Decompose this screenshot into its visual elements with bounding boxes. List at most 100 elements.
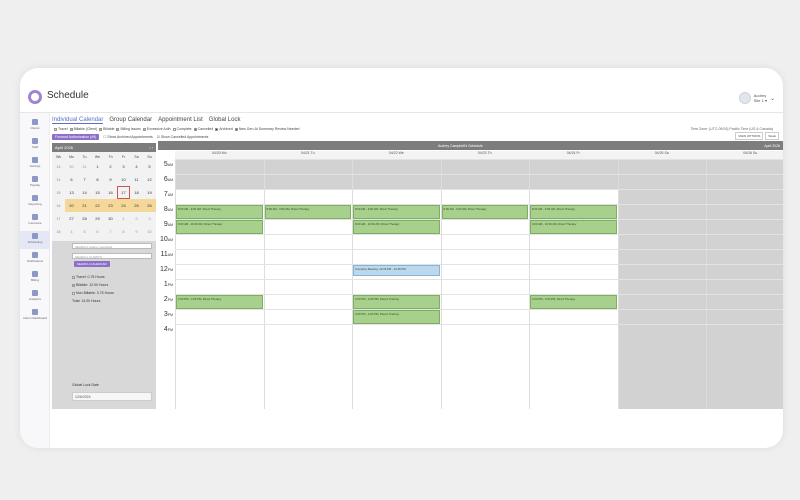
mini-calendar-day[interactable]: 6 bbox=[91, 225, 104, 238]
sidebar-item[interactable]: Notifications bbox=[20, 250, 50, 268]
hour-label: 5AM bbox=[158, 161, 175, 176]
mini-calendar-day[interactable]: 4 bbox=[130, 160, 143, 173]
tab-item[interactable]: Group Calendar bbox=[109, 117, 152, 124]
day-column[interactable] bbox=[706, 159, 783, 409]
tab-item[interactable]: Individual Calendar bbox=[52, 117, 104, 124]
forward-authorization-button[interactable]: Forward Authorization (49) bbox=[52, 134, 100, 140]
mini-calendar-day[interactable]: 30 bbox=[65, 160, 78, 173]
view-options-button[interactable]: VIEW OPTIONS bbox=[735, 132, 764, 140]
summary-item: Billable: 12.00 Hours bbox=[72, 283, 108, 287]
day-header: 04/21 Tu bbox=[263, 151, 352, 159]
appointment-block[interactable]: Company Meeting, 12:00 PM - 12:45 PM bbox=[353, 265, 440, 276]
mini-calendar-day[interactable]: 9 bbox=[130, 225, 143, 238]
mini-calendar-day[interactable]: 3 bbox=[143, 212, 156, 225]
mini-calendar-day[interactable]: 1 bbox=[117, 212, 130, 225]
mini-calendar-day[interactable]: 17 bbox=[117, 186, 130, 199]
tab-item[interactable]: Global Lock bbox=[209, 117, 241, 124]
day-column[interactable] bbox=[175, 159, 264, 409]
mini-calendar-day[interactable]: 7 bbox=[78, 173, 91, 186]
sidebar-item[interactable]: Billing bbox=[20, 269, 50, 287]
client-search-input[interactable]: SEARCH: CLIENTS bbox=[72, 253, 152, 259]
mini-calendar-day[interactable]: 9 bbox=[104, 173, 117, 186]
day-column[interactable] bbox=[440, 159, 529, 409]
mini-calendar-day[interactable]: 15 bbox=[91, 186, 104, 199]
mini-calendar-day[interactable]: 8 bbox=[117, 225, 130, 238]
mini-calendar-day[interactable]: 26 bbox=[143, 199, 156, 212]
mini-calendar-day[interactable]: 6 bbox=[65, 173, 78, 186]
mini-calendar-day[interactable]: 19 bbox=[143, 186, 156, 199]
appointment-block[interactable]: 9:00 AM - 10:30 AM, Direct Therapy bbox=[530, 220, 617, 234]
sidebar-item[interactable]: Clients bbox=[20, 117, 50, 135]
sidebar-item[interactable]: Insurance bbox=[20, 212, 50, 230]
appointment-block[interactable]: 8:00 AM - 9:00 AM, Direct Therapy bbox=[441, 205, 528, 219]
appointment-block[interactable]: 8:00 AM - 9:00 AM, Direct Therapy bbox=[176, 205, 263, 219]
mini-calendar-day[interactable]: 20 bbox=[65, 199, 78, 212]
sidebar-item[interactable]: Payday bbox=[20, 174, 50, 192]
show-cancelled-checkbox[interactable]: ☑ Show Cancelled Appointments bbox=[157, 135, 209, 139]
sidebar-item-label: Reporting bbox=[28, 202, 42, 206]
tab-item[interactable]: Appointment List bbox=[158, 117, 203, 124]
mini-calendar-day[interactable]: 30 bbox=[104, 212, 117, 225]
day-header: 04/20 Mo bbox=[175, 151, 264, 159]
mini-calendar-day[interactable]: 3 bbox=[117, 160, 130, 173]
sidebar-item[interactable]: Staff bbox=[20, 136, 50, 154]
mini-calendar-day[interactable]: 23 bbox=[104, 199, 117, 212]
mini-calendar-day[interactable]: 10 bbox=[143, 225, 156, 238]
user-menu[interactable]: Audrey Site 1 ▾ ⌄ bbox=[738, 91, 775, 105]
sidebar-item-label: Payday bbox=[29, 183, 40, 187]
staff-icon bbox=[32, 138, 38, 144]
mini-calendar-day[interactable]: 2 bbox=[130, 212, 143, 225]
mini-calendar-day[interactable]: 25 bbox=[130, 199, 143, 212]
mini-calendar-day[interactable]: 10 bbox=[117, 173, 130, 186]
mini-calendar-day[interactable]: 14 bbox=[78, 186, 91, 199]
mini-calendar-day[interactable]: 5 bbox=[143, 160, 156, 173]
mini-calendar-day[interactable]: 27 bbox=[65, 212, 78, 225]
show-archived-checkbox[interactable]: ☐ Show Archived Appointments bbox=[103, 135, 152, 139]
toolbar: Forward Authorization (49) ☐ Show Archiv… bbox=[52, 134, 208, 140]
chevron-down-icon[interactable]: ⌄ bbox=[770, 95, 775, 102]
sidebar-item[interactable]: Scheduling bbox=[20, 231, 50, 249]
mini-calendar-day[interactable]: 4 bbox=[65, 225, 78, 238]
appointment-block[interactable]: 8:00 AM - 9:00 AM, Direct Therapy bbox=[264, 205, 351, 219]
appointment-block[interactable]: 2:00 PM - 3:00 PM, Direct Therapy bbox=[176, 295, 263, 309]
left-panel: April 2026 ‹ › Wk Mo Tu We Th Fr Sa Su 13 30 31 1 2 3… bbox=[52, 143, 156, 409]
mini-calendar-day[interactable]: 12 bbox=[143, 173, 156, 186]
mini-calendar-day[interactable]: 8 bbox=[91, 173, 104, 186]
mini-calendar-day[interactable]: 21 bbox=[78, 199, 91, 212]
mini-calendar-day[interactable]: 7 bbox=[104, 225, 117, 238]
sidebar-item[interactable]: Admin Dashboard bbox=[20, 307, 50, 325]
mini-calendar-day[interactable]: 29 bbox=[91, 212, 104, 225]
avatar[interactable] bbox=[738, 92, 751, 104]
mini-calendar-day[interactable]: 5 bbox=[78, 225, 91, 238]
staff-search-input[interactable]: SEARCH: Audrey Campbell bbox=[72, 243, 152, 249]
day-column[interactable] bbox=[617, 159, 706, 409]
mini-calendar-day[interactable]: 11 bbox=[130, 173, 143, 186]
mini-calendar-day[interactable]: 22 bbox=[91, 199, 104, 212]
global-lock-date-input[interactable]: 12/6/2024 bbox=[72, 392, 152, 401]
mini-calendar-nav-icon[interactable]: ‹ › bbox=[149, 145, 153, 150]
appointment-block[interactable]: 2:00 PM - 3:00 PM, Direct Therapy bbox=[530, 295, 617, 309]
mini-calendar-day[interactable]: 18 bbox=[130, 186, 143, 199]
appointment-block[interactable]: 9:00 AM - 10:30 AM, Direct Therapy bbox=[176, 220, 263, 234]
mini-calendar-day[interactable]: 13 bbox=[65, 186, 78, 199]
mini-calendar-day[interactable]: 31 bbox=[78, 160, 91, 173]
sidebar-item[interactable]: Reporting bbox=[20, 193, 50, 211]
appointment-block[interactable]: 8:00 AM - 9:00 AM, Direct Therapy bbox=[530, 205, 617, 219]
mini-calendar-day[interactable]: 1 bbox=[91, 160, 104, 173]
mini-calendar-day[interactable]: 16 bbox=[104, 186, 117, 199]
sidebar-item[interactable]: Analytics bbox=[20, 288, 50, 306]
appointment-block[interactable]: 3:00 PM - 4:00 PM, Parent Training bbox=[353, 310, 440, 324]
mini-calendar-day[interactable]: 24 bbox=[117, 199, 130, 212]
day-column[interactable] bbox=[263, 159, 352, 409]
appointment-block[interactable]: 8:00 AM - 9:00 AM, Direct Therapy bbox=[353, 205, 440, 219]
mini-calendar-day[interactable]: 28 bbox=[78, 212, 91, 225]
day-column[interactable] bbox=[529, 159, 618, 409]
mini-calendar-week-row: 15 13 14 15 16 17 18 19 bbox=[52, 186, 156, 199]
mini-calendar-day[interactable]: 2 bbox=[104, 160, 117, 173]
day-column[interactable] bbox=[352, 159, 441, 409]
sidebar-item[interactable]: Settings bbox=[20, 155, 50, 173]
appointment-block[interactable]: 2:00 PM - 3:00 PM, Parent Training bbox=[353, 295, 440, 309]
view-select[interactable]: Week bbox=[765, 132, 779, 140]
appointment-block[interactable]: 9:00 AM - 10:30 AM, Direct Therapy bbox=[353, 220, 440, 234]
search-calendar-button[interactable]: SEARCH CALENDAR bbox=[74, 261, 110, 267]
